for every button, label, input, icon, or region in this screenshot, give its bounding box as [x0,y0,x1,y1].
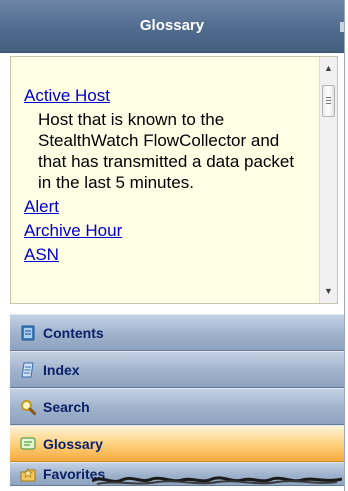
thumb-grip-line [326,100,331,101]
glossary-term-asn[interactable]: ASN [24,244,319,266]
tab-index-label: Index [43,362,80,378]
scroll-down-arrow-icon[interactable]: ▼ [320,283,337,300]
tab-search-label: Search [43,399,90,415]
panel-header: Glossary [0,0,344,53]
vertical-scrollbar[interactable]: ▲ ▼ [319,57,337,303]
glossary-list: Active Host Host that is known to the St… [24,85,319,268]
star-folder-icon [20,468,36,482]
tab-favorites[interactable]: Favorites [10,462,344,486]
glossary-term-active-host[interactable]: Active Host [24,85,319,107]
book-icon [21,325,35,341]
thumb-grip-line [326,103,331,104]
help-navigation-panel: Glossary Active Host Host that is known … [0,0,345,491]
navigation-tabs: Contents Index Search Glossary Favorites [10,314,344,486]
glossary-term-archive-hour[interactable]: Archive Hour [24,220,319,242]
tab-contents-label: Contents [43,325,104,341]
thumb-grip-line [326,97,331,98]
tab-contents[interactable]: Contents [10,314,344,351]
glossary-icon [20,437,36,450]
magnifier-icon [21,400,36,415]
tab-glossary[interactable]: Glossary [10,425,344,462]
tab-search[interactable]: Search [10,388,344,425]
render-artifact [92,476,342,485]
scroll-thumb[interactable] [322,85,335,117]
index-page-icon [21,362,34,378]
panel-title: Glossary [139,17,205,34]
header-resize-grip[interactable] [340,22,344,32]
tab-index[interactable]: Index [10,351,344,388]
glossary-definition: Host that is known to the StealthWatch F… [38,110,295,192]
glossary-pane: Active Host Host that is known to the St… [10,56,338,304]
tab-glossary-label: Glossary [43,436,103,452]
glossary-term-alert[interactable]: Alert [24,196,319,218]
scroll-up-arrow-icon[interactable]: ▲ [320,60,337,77]
